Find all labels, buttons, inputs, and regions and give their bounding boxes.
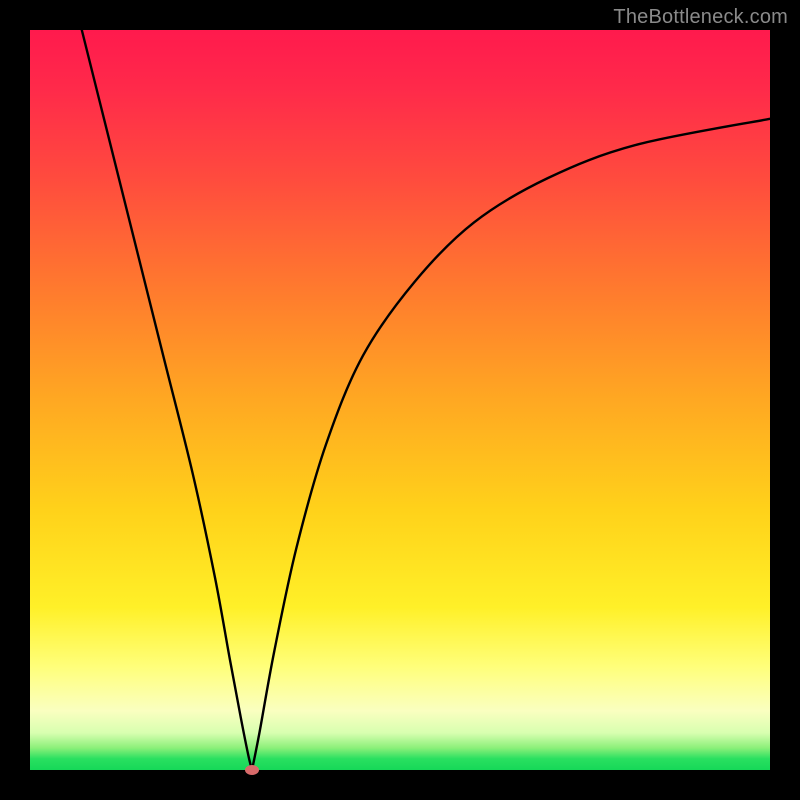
curve-left-branch <box>82 30 252 770</box>
curve-right-branch <box>252 119 770 770</box>
curve-svg <box>30 30 770 770</box>
plot-area <box>30 30 770 770</box>
chart-frame: TheBottleneck.com <box>0 0 800 800</box>
watermark-text: TheBottleneck.com <box>613 6 788 29</box>
minimum-marker <box>245 765 259 775</box>
